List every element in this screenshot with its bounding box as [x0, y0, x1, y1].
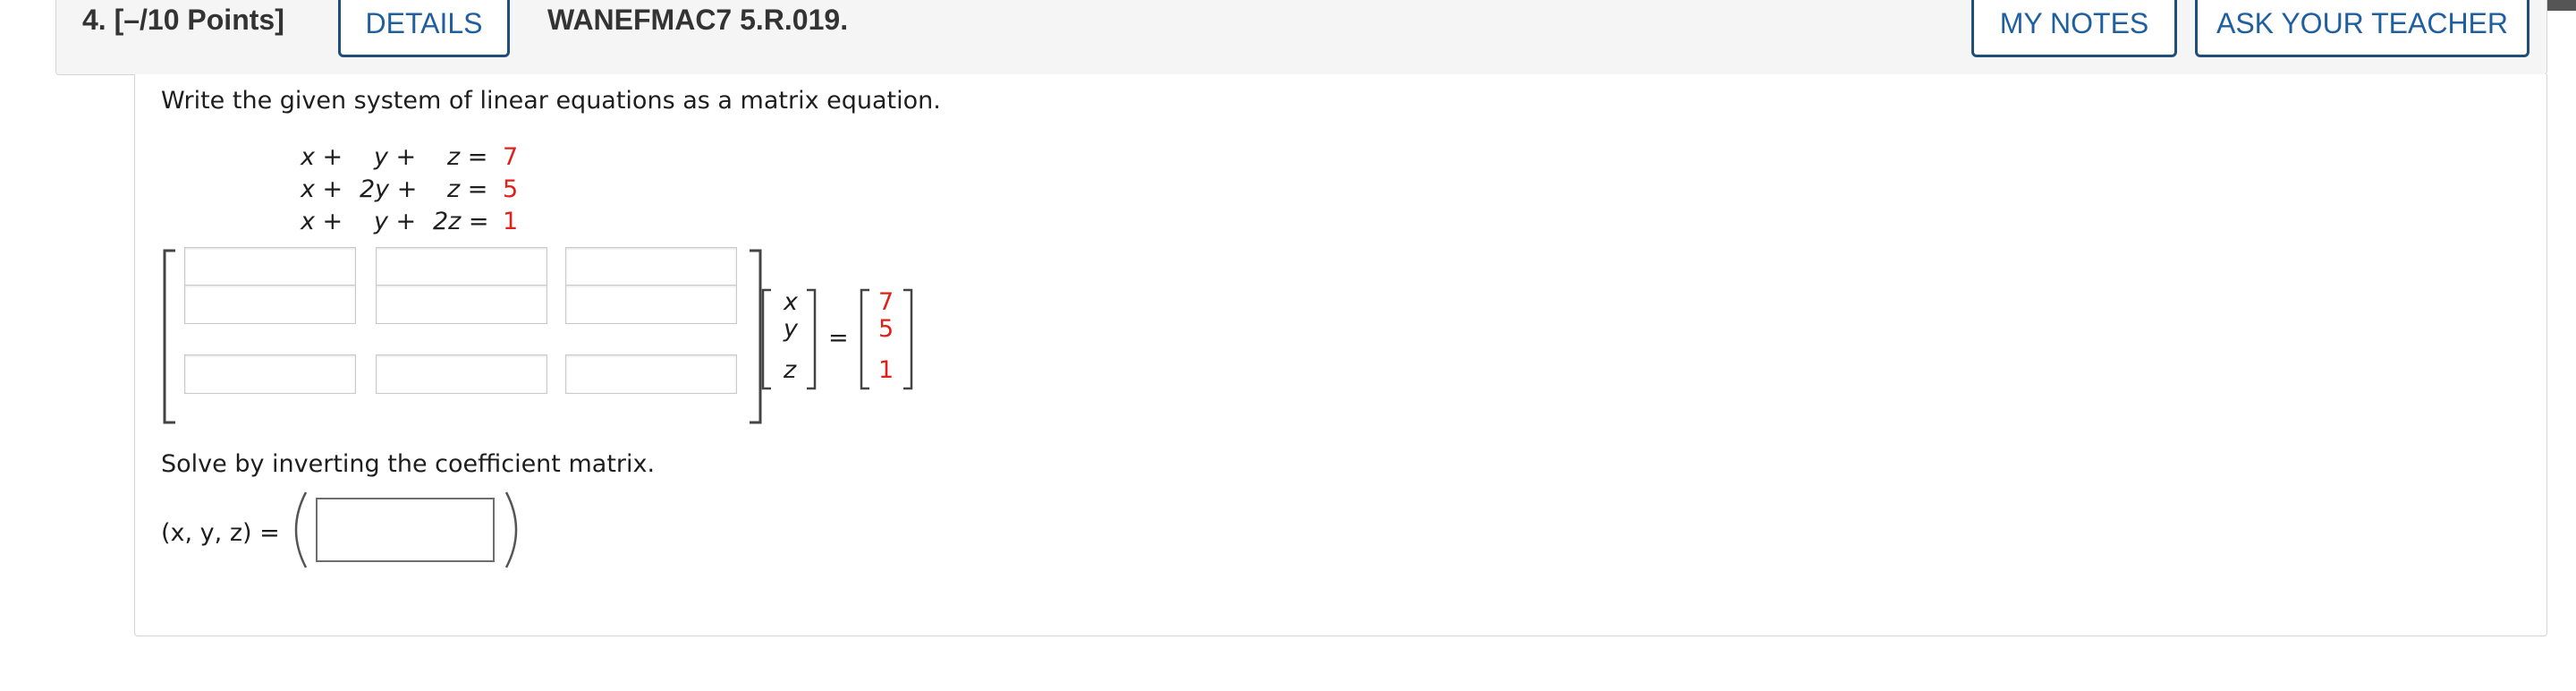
- eq3-term2: y +: [374, 208, 417, 235]
- coef-input-r1c1[interactable]: [184, 247, 356, 286]
- matrix-equals-sign: =: [828, 324, 849, 352]
- eq2-rhs: 5: [503, 175, 519, 203]
- var-vector-left-bracket: [761, 288, 771, 390]
- var-y: y: [784, 315, 798, 343]
- coef-input-r2c3[interactable]: [565, 285, 737, 324]
- coef-input-r2c2[interactable]: [376, 285, 547, 324]
- coef-input-r1c3[interactable]: [565, 247, 737, 286]
- const-vector-left-bracket: [860, 288, 869, 390]
- coef-input-r3c3[interactable]: [565, 354, 737, 394]
- answer-input[interactable]: [316, 498, 495, 562]
- coef-input-r2c1[interactable]: [184, 285, 356, 324]
- eq1-rhs: 7: [503, 143, 519, 171]
- answer-left-paren: [294, 491, 308, 568]
- answer-right-paren: [504, 491, 518, 568]
- const-1: 1: [878, 356, 894, 384]
- ask-teacher-button[interactable]: ASK YOUR TEACHER: [2195, 0, 2529, 57]
- eq1-term3: z =: [447, 143, 488, 171]
- var-z: z: [784, 356, 797, 384]
- eq3-rhs: 1: [503, 208, 519, 235]
- eq2-term2: 2y +: [360, 175, 418, 203]
- coef-input-r1c2[interactable]: [376, 247, 547, 286]
- const-vector-right-bracket: [903, 288, 913, 390]
- eq1-term2: y +: [374, 143, 417, 171]
- solve-instruction: Solve by inverting the coefficient matri…: [161, 450, 656, 478]
- eq2-term3: z =: [447, 175, 488, 203]
- instruction-text: Write the given system of linear equatio…: [161, 87, 941, 115]
- problem-code: WANEFMAC7 5.R.019.: [547, 4, 849, 36]
- const-7: 7: [878, 288, 894, 316]
- question-points: 4. [–/10 Points]: [82, 4, 284, 36]
- details-button[interactable]: DETAILS: [338, 0, 510, 57]
- const-5: 5: [878, 315, 894, 343]
- coef-input-r3c2[interactable]: [376, 354, 547, 394]
- my-notes-button[interactable]: MY NOTES: [1971, 0, 2177, 57]
- coef-input-r3c1[interactable]: [184, 354, 356, 394]
- var-x: x: [784, 288, 798, 316]
- eq3-term3: 2z =: [433, 208, 489, 235]
- eq3-term1: x +: [301, 208, 343, 235]
- var-vector-right-bracket: [807, 288, 817, 390]
- eq1-term1: x +: [301, 143, 343, 171]
- answer-label: (x, y, z) =: [161, 519, 280, 547]
- eq2-term1: x +: [301, 175, 343, 203]
